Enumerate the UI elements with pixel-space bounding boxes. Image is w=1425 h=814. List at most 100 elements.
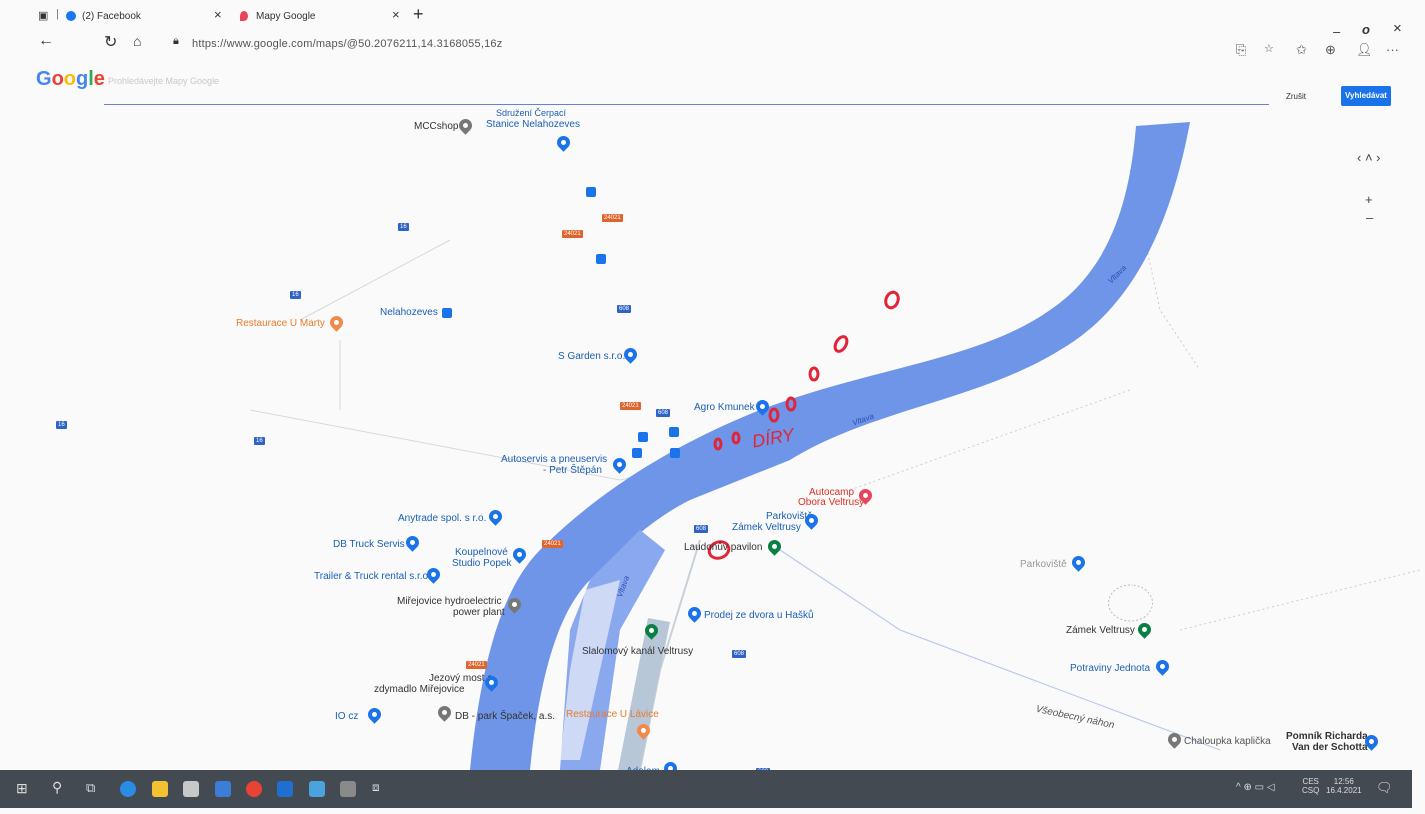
tab-bar: ▣ | (2) Facebook × Mapy Google × + – o × xyxy=(0,0,1425,39)
poi-label[interactable]: Pomník Richarda xyxy=(1286,731,1368,742)
road-number: 24021 xyxy=(562,230,583,238)
task-view-icon[interactable]: ⧉ xyxy=(86,780,95,796)
poi-label[interactable]: Restaurace U Lávice xyxy=(566,709,659,720)
collections-icon[interactable]: ⊕ xyxy=(1325,42,1336,58)
poi-label[interactable]: Sdružení Čerpací xyxy=(496,108,566,118)
train-station-icon[interactable] xyxy=(442,308,452,318)
zoom-out-button[interactable]: – xyxy=(1366,210,1373,225)
search-input[interactable]: Prohledávejte Mapy Google xyxy=(108,76,219,86)
poi-label[interactable]: Prodej ze dvora u Hašků xyxy=(704,610,814,621)
url-field[interactable]: https://www.google.com/maps/@50.2076211,… xyxy=(192,38,502,50)
map-canvas[interactable]: DÍRY Vltava Vltava Vltava MCCshop Sdruže… xyxy=(0,108,1425,778)
route-number: 16 xyxy=(290,291,301,299)
route-number: 16 xyxy=(56,421,67,429)
route-number: 16 xyxy=(398,223,409,231)
more-menu-icon[interactable]: ··· xyxy=(1386,42,1399,57)
poi-label[interactable]: S Garden s.r.o. xyxy=(558,351,625,362)
close-tab-icon[interactable]: × xyxy=(392,7,400,22)
close-tab-icon[interactable]: × xyxy=(214,7,222,22)
pan-control[interactable]: ‹ ˄ › xyxy=(1357,150,1380,165)
poi-label[interactable]: power plant xyxy=(453,607,505,618)
poi-label[interactable]: MCCshop xyxy=(414,121,458,132)
annotation-circle xyxy=(713,437,723,451)
tab-google-maps[interactable]: Mapy Google × xyxy=(240,6,410,26)
tab-divider: | xyxy=(56,8,59,20)
annotation-circle xyxy=(731,431,741,445)
clock-date: 16.4.2021 xyxy=(1326,786,1362,795)
chrome-icon[interactable] xyxy=(246,781,262,797)
favorites-icon[interactable]: ✩ xyxy=(1296,42,1307,58)
edge-icon[interactable] xyxy=(120,781,136,797)
file-explorer-icon[interactable] xyxy=(152,781,168,797)
tab-facebook[interactable]: (2) Facebook × xyxy=(66,6,222,26)
favorite-star-icon[interactable]: ☆ xyxy=(1264,42,1274,55)
poi-label[interactable]: Parkoviště xyxy=(1020,559,1067,570)
annotation-layer xyxy=(707,290,900,560)
store-icon[interactable] xyxy=(183,781,199,797)
refresh-icon[interactable]: ↻ xyxy=(104,32,117,52)
poi-label[interactable]: Anytrade spol. s r.o. xyxy=(398,513,486,524)
bus-stop-icon[interactable] xyxy=(638,432,648,442)
poi-label[interactable]: Nelahozeves xyxy=(380,307,438,318)
road-number: 24021 xyxy=(542,540,563,548)
annotation-circle xyxy=(785,396,797,412)
google-logo[interactable]: Google xyxy=(36,68,105,91)
bus-stop-icon[interactable] xyxy=(586,187,596,197)
start-icon[interactable]: ⊞ xyxy=(16,780,28,797)
poi-label[interactable]: Chaloupka kaplička xyxy=(1184,736,1271,747)
app-icon[interactable] xyxy=(309,781,325,797)
poi-label[interactable]: Stanice Nelahozeves xyxy=(486,119,580,130)
road-number: 24021 xyxy=(620,402,641,410)
bus-stop-icon[interactable] xyxy=(669,427,679,437)
lang-label: CES xyxy=(1302,777,1319,786)
poi-label[interactable]: IO cz xyxy=(335,711,358,722)
poi-label[interactable]: Studio Popek xyxy=(452,558,512,569)
road-number: 24021 xyxy=(602,214,623,222)
poi-label[interactable]: zdymadlo Miřejovice xyxy=(374,684,465,695)
reading-view-icon[interactable]: ⎘ xyxy=(1236,42,1246,58)
poi-label[interactable]: Trailer & Truck rental s.r.o. xyxy=(314,571,431,582)
back-arrow-icon[interactable]: ← xyxy=(38,32,54,50)
annotation-circle xyxy=(833,335,849,353)
new-tab-button[interactable]: + xyxy=(413,4,424,25)
poi-label[interactable]: Van der Schotta xyxy=(1292,742,1368,753)
poi-label[interactable]: Autoservis a pneuservis xyxy=(501,454,607,465)
poi-label[interactable]: Zámek Veltrusy xyxy=(1066,625,1135,636)
facebook-icon xyxy=(66,11,76,21)
poi-label[interactable]: Laudonův pavilon xyxy=(684,542,762,553)
tray-icons[interactable]: ^ ⊕ ▭ ◁ xyxy=(1236,782,1275,793)
poi-label[interactable]: Slalomový kanál Veltrusy xyxy=(582,646,693,657)
tab-facebook-label: (2) Facebook xyxy=(82,10,141,22)
poi-label[interactable]: Koupelnové xyxy=(455,547,508,558)
poi-label[interactable]: Restaurace U Marty xyxy=(236,318,325,329)
poi-label[interactable]: - Petr Štěpán xyxy=(543,465,602,476)
poi-label[interactable]: Obora Veltrusy xyxy=(798,497,864,508)
tab-maps-label: Mapy Google xyxy=(256,10,316,22)
bus-stop-icon[interactable] xyxy=(670,448,680,458)
poi-label[interactable]: Zámek Veltrusy xyxy=(732,522,801,533)
bus-stop-icon[interactable] xyxy=(596,254,606,264)
zoom-in-button[interactable]: + xyxy=(1365,192,1373,207)
share-button[interactable]: Zrušit xyxy=(1286,92,1306,101)
notification-icon[interactable]: 🗨︎ xyxy=(1376,780,1393,796)
profile-icon[interactable]: 👤︎ xyxy=(1356,42,1373,58)
poi-label[interactable]: Miřejovice hydroelectric xyxy=(397,596,501,607)
app-icon[interactable] xyxy=(277,781,293,797)
route-number: 608 xyxy=(732,650,747,658)
poi-label[interactable]: Jezový most a xyxy=(429,673,493,684)
sign-in-button[interactable]: Vyhledávat xyxy=(1341,86,1391,106)
poi-label[interactable]: DB Truck Servis xyxy=(333,539,405,550)
search-icon[interactable]: ⚲ xyxy=(52,779,62,796)
home-icon[interactable]: ⌂ xyxy=(133,33,141,49)
clock[interactable]: 12:56 16.4.2021 xyxy=(1326,777,1362,795)
poi-label[interactable]: DB - park Špaček, a.s. xyxy=(455,711,555,722)
app-icon[interactable] xyxy=(340,781,356,797)
app-icon[interactable]: ⧈ xyxy=(372,780,380,795)
poi-label[interactable]: Potraviny Jednota xyxy=(1070,663,1150,674)
poi-label[interactable]: Agro Kmunek xyxy=(694,402,755,413)
tab-actions-icon[interactable]: ▣ xyxy=(38,9,48,22)
language-indicator[interactable]: CES CSQ xyxy=(1302,777,1319,795)
bus-stop-icon[interactable] xyxy=(632,448,642,458)
mail-icon[interactable] xyxy=(215,781,231,797)
maps-pin-icon xyxy=(240,11,248,21)
